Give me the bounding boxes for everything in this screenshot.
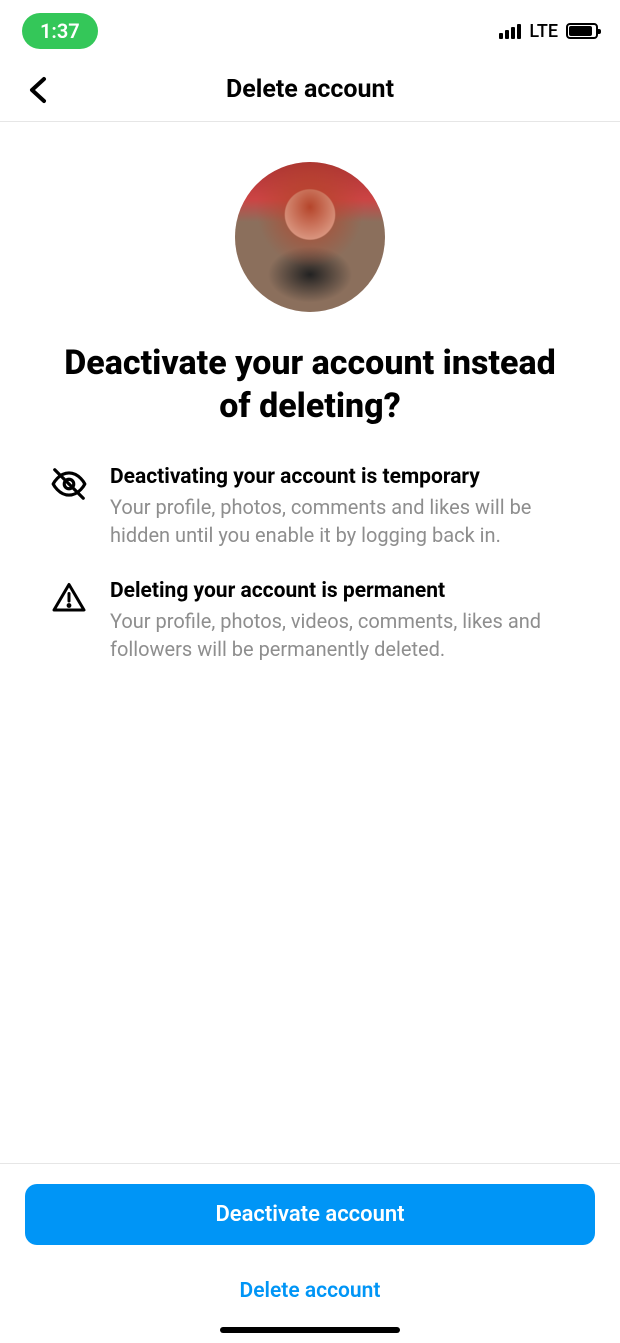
- deactivate-button[interactable]: Deactivate account: [25, 1184, 595, 1245]
- info-title: Deactivating your account is temporary: [110, 465, 570, 489]
- battery-icon: [566, 23, 598, 39]
- info-deactivate: Deactivating your account is temporary Y…: [50, 465, 570, 549]
- avatar: [235, 162, 385, 312]
- avatar-container: [50, 162, 570, 312]
- info-desc: Your profile, photos, videos, comments, …: [110, 607, 570, 663]
- status-bar: 1:37 LTE: [0, 0, 620, 58]
- time-pill[interactable]: 1:37: [22, 13, 98, 49]
- delete-button[interactable]: Delete account: [25, 1269, 595, 1313]
- nav-bar: Delete account: [0, 58, 620, 122]
- back-button[interactable]: [20, 72, 56, 108]
- page-title: Delete account: [0, 75, 620, 104]
- network-label: LTE: [529, 21, 558, 42]
- eye-off-icon: [50, 465, 88, 503]
- status-indicators: LTE: [499, 21, 598, 42]
- chevron-left-icon: [28, 76, 48, 104]
- content: Deactivate your account instead of delet…: [0, 122, 620, 663]
- headline: Deactivate your account instead of delet…: [50, 342, 570, 427]
- info-title: Deleting your account is permanent: [110, 579, 570, 603]
- footer: Deactivate account Delete account: [0, 1163, 620, 1343]
- warning-icon: [50, 579, 88, 617]
- home-indicator[interactable]: [220, 1327, 400, 1333]
- info-delete: Deleting your account is permanent Your …: [50, 579, 570, 663]
- signal-icon: [499, 23, 521, 39]
- info-desc: Your profile, photos, comments and likes…: [110, 493, 570, 549]
